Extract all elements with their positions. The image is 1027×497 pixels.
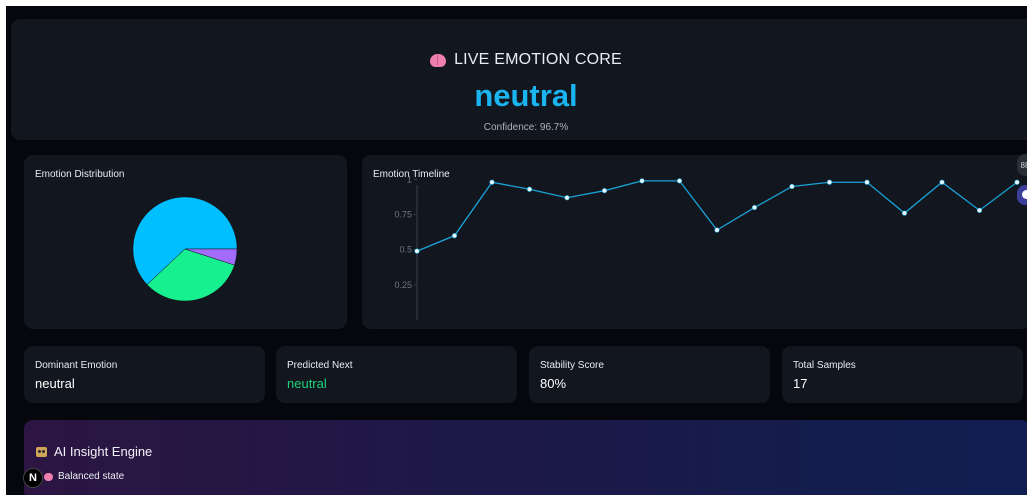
timeline-point <box>826 179 833 185</box>
emotion-timeline-card: Emotion Timeline 0.25 0.5 0.75 1 <box>362 155 1027 329</box>
timeline-point <box>939 179 945 185</box>
dashboard-frame: LIVE EMOTION CORE neutral Confidence: 96… <box>6 6 1027 495</box>
timeline-point <box>451 233 458 239</box>
stat-label: Predicted Next <box>287 360 353 371</box>
current-emotion: neutral <box>474 78 578 113</box>
emotion-distribution-card: Emotion Distribution <box>24 155 347 329</box>
next-devtools-button[interactable]: N <box>23 468 43 488</box>
side-assistant-tab[interactable] <box>1017 185 1027 205</box>
timeline-point <box>864 179 870 185</box>
stat-label: Stability Score <box>540 360 604 371</box>
stat-label: Total Samples <box>793 360 856 371</box>
stat-value: neutral <box>35 376 75 391</box>
ai-insight-title-text: AI Insight Engine <box>54 444 153 459</box>
ai-insight-card: AI Insight Engine Balanced state <box>24 420 1027 495</box>
stat-value: neutral <box>287 376 327 391</box>
emotion-distribution-pie <box>132 196 238 302</box>
live-emotion-title: LIVE EMOTION CORE <box>11 51 1027 69</box>
confidence-text: Confidence: 96.7% <box>483 122 569 133</box>
stat-card-stability: Stability Score 80% <box>529 346 770 403</box>
ai-insight-message: Balanced state <box>44 471 124 482</box>
y-tick-label: 0.5 <box>399 245 412 255</box>
timeline-series-line <box>416 180 1018 252</box>
timeline-point <box>564 195 570 201</box>
timeline-point <box>414 248 420 254</box>
robot-icon <box>35 445 48 458</box>
stat-card-dominant: Dominant Emotion neutral <box>24 346 265 403</box>
brain-icon <box>430 53 447 67</box>
pink-dot-icon <box>44 472 53 481</box>
y-tick-label: 1 <box>407 174 412 184</box>
timeline-point <box>976 207 983 213</box>
y-tick-label: 0.25 <box>394 280 412 290</box>
ai-insight-message-text: Balanced state <box>58 471 125 482</box>
stat-card-predicted: Predicted Next neutral <box>276 346 517 403</box>
emotion-timeline-chart: 0.25 0.5 0.75 1 <box>394 174 1020 320</box>
timeline-point <box>901 210 908 216</box>
timeline-point <box>1014 179 1020 185</box>
y-tick-label: 0.75 <box>394 210 412 220</box>
timeline-point <box>489 179 495 185</box>
stat-value: 80% <box>540 376 567 391</box>
stat-label: Dominant Emotion <box>35 360 118 371</box>
stat-card-samples: Total Samples 17 <box>782 346 1023 403</box>
live-emotion-title-text: LIVE EMOTION CORE <box>454 51 622 68</box>
timeline-point <box>789 183 795 190</box>
timeline-point <box>526 186 533 192</box>
side-settings-tab[interactable]: 88 <box>1017 154 1027 176</box>
assistant-icon <box>1022 190 1027 199</box>
timeline-point <box>676 178 683 184</box>
stat-value: 17 <box>793 376 808 391</box>
timeline-point <box>714 227 720 233</box>
timeline-point <box>751 204 758 211</box>
live-emotion-card: LIVE EMOTION CORE neutral Confidence: 96… <box>11 19 1027 140</box>
timeline-point <box>601 188 608 194</box>
timeline-point <box>639 178 645 184</box>
ai-insight-title: AI Insight Engine <box>35 444 152 459</box>
